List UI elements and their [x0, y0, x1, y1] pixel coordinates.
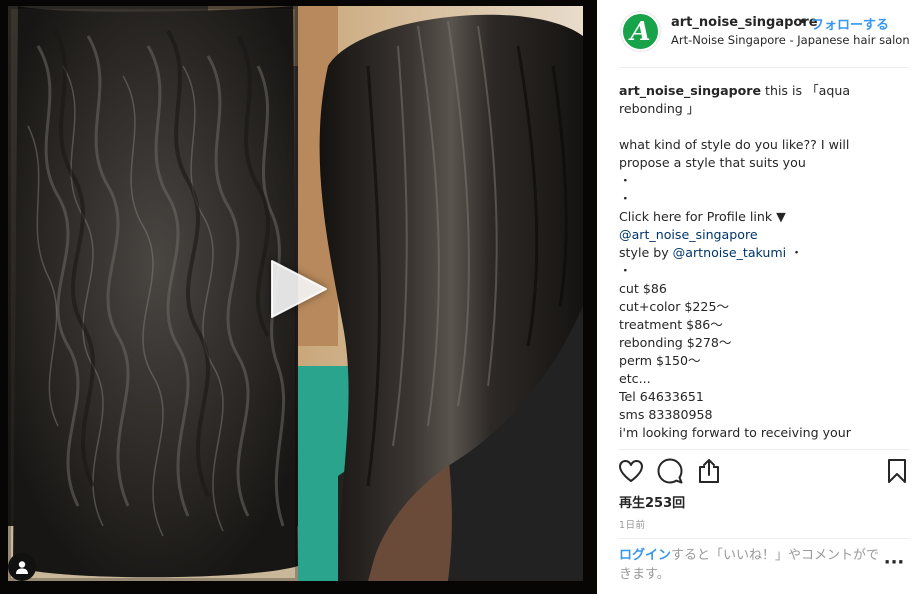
more-options-button[interactable]: ···	[883, 554, 905, 574]
before-hair-photo	[8, 6, 298, 581]
caption-username-link[interactable]: art_noise_singapore	[619, 83, 761, 98]
login-prompt: ログインすると「いいね！」やコメントができます。	[619, 546, 881, 584]
caption-text: cut $86	[619, 281, 667, 296]
play-icon	[271, 260, 327, 318]
header-separator: •	[799, 15, 808, 30]
heart-icon	[619, 460, 643, 482]
post-sidebar: A art_noise_singapore • フォローする Art-Noise…	[597, 0, 913, 594]
bookmark-icon	[888, 459, 906, 483]
views-count[interactable]: 再生253回	[619, 492, 685, 511]
after-hair-photo	[298, 6, 583, 581]
caption-text: i'm looking forward to receiving your	[619, 425, 851, 440]
login-link[interactable]: ログイン	[619, 548, 671, 563]
play-button[interactable]	[268, 258, 330, 320]
avatar-logo: A	[630, 16, 651, 47]
caption-text: perm $150〜	[619, 353, 701, 368]
caption-text: what kind of style do you like?? I will	[619, 137, 850, 152]
caption-divider	[618, 449, 910, 450]
caption-text: sms 83380958	[619, 407, 713, 422]
action-bar	[617, 456, 909, 488]
caption-text: style by	[619, 245, 673, 260]
like-button[interactable]	[617, 456, 645, 486]
header-username-link[interactable]: art_noise_singapore	[671, 15, 818, 30]
save-button[interactable]	[883, 456, 911, 486]
caption-mention-link[interactable]: @art_noise_singapore	[619, 227, 758, 242]
post-header: A art_noise_singapore • フォローする Art-Noise…	[597, 0, 913, 66]
caption-text: ・	[619, 191, 632, 206]
caption-text: Click here for Profile link ▼	[619, 209, 786, 224]
caption-text: this is 「aqua	[761, 83, 851, 98]
comment-button[interactable]	[656, 456, 684, 486]
user-tag-icon	[16, 561, 28, 574]
footer-divider	[618, 538, 910, 539]
post-media[interactable]	[0, 0, 597, 594]
caption-text: Tel 64633651	[619, 389, 704, 404]
comment-icon	[657, 458, 683, 484]
share-button[interactable]	[695, 456, 723, 486]
caption-text: propose a style that suits you	[619, 155, 806, 170]
follow-button[interactable]: フォローする	[811, 14, 889, 33]
share-icon	[699, 459, 719, 483]
avatar[interactable]: A	[621, 12, 660, 51]
location-link[interactable]: Art-Noise Singapore - Japanese hair salo…	[671, 33, 910, 47]
caption-text: ・	[786, 245, 803, 260]
caption-text: etc...	[619, 371, 651, 386]
user-tag-button[interactable]	[8, 553, 36, 581]
caption-text: rebonding $278〜	[619, 335, 732, 350]
header-divider	[618, 67, 910, 68]
caption-text: rebonding 」	[619, 101, 700, 116]
caption-text: treatment $86〜	[619, 317, 723, 332]
caption-text: ・	[619, 263, 632, 278]
post-timestamp[interactable]: 1日前	[619, 517, 646, 531]
caption-text: cut+color $225〜	[619, 299, 730, 314]
caption-text: ・	[619, 173, 632, 188]
post-caption: art_noise_singapore this is 「aqua rebond…	[619, 82, 905, 444]
caption-mention-link[interactable]: @artnoise_takumi	[673, 245, 787, 260]
